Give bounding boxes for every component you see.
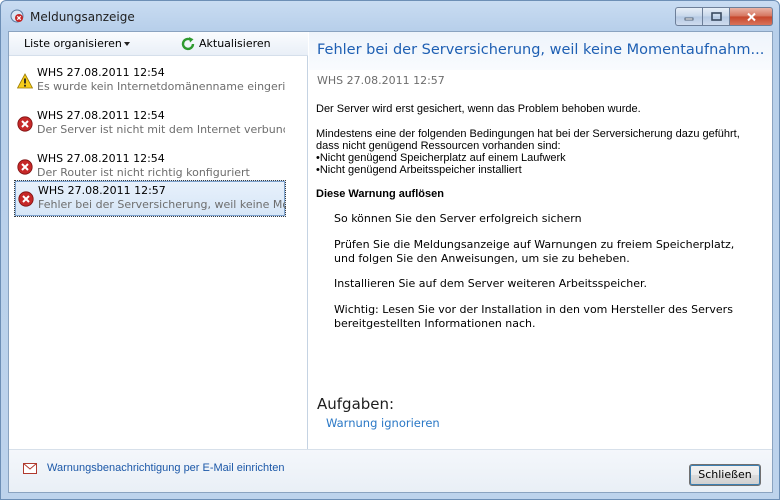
detail-paragraph: Der Server wird erst gesichert, wenn das… <box>316 103 641 115</box>
close-icon <box>746 12 756 21</box>
resolve-step: und folgen Sie den Anweisungen, um sie z… <box>334 252 630 265</box>
alert-item[interactable]: WHS 27.08.2011 12:54 Es wurde kein Inter… <box>14 63 286 100</box>
ignore-warning-link[interactable]: Warnung ignorieren <box>326 416 440 430</box>
minimize-button[interactable] <box>675 7 702 26</box>
resolve-step: bereitgestellten Informationen nach. <box>334 317 536 330</box>
detail-bullet: •Nicht genügend Speicherplatz auf einem … <box>316 152 566 164</box>
organize-list-menu[interactable]: Liste organisieren <box>24 37 122 50</box>
alert-item-title: WHS 27.08.2011 12:57 <box>38 184 166 197</box>
alert-viewer-window: Meldungsanzeige Liste organisieren Aktua… <box>0 0 780 500</box>
alert-item-desc: Fehler bei der Serversicherung, weil kei… <box>38 198 286 211</box>
detail-paragraph: dass nicht genügend Ressourcen vorhanden… <box>316 140 561 152</box>
resolve-heading: Diese Warnung auflösen <box>316 188 444 200</box>
resolve-step: Wichtig: Lesen Sie vor der Installation … <box>334 303 733 316</box>
client-area: Liste organisieren Aktualisieren WHS 27.… <box>8 31 773 493</box>
detail-date: WHS 27.08.2011 12:57 <box>317 74 445 87</box>
maximize-icon <box>710 12 722 21</box>
alert-item[interactable]: WHS 27.08.2011 12:54 Der Server ist nich… <box>14 106 286 143</box>
tasks-heading: Aufgaben: <box>317 395 395 413</box>
app-alert-icon <box>10 9 24 23</box>
chevron-down-icon[interactable] <box>124 42 130 46</box>
resolve-step: Installieren Sie auf dem Server weiteren… <box>334 277 648 290</box>
minimize-icon <box>684 17 694 20</box>
window-controls <box>675 7 773 26</box>
alert-item-desc: Der Router ist nicht richtig konfigurier… <box>37 166 250 179</box>
alert-detail-pane: Fehler bei der Serversicherung, weil kei… <box>309 32 772 449</box>
alert-item-title: WHS 27.08.2011 12:54 <box>37 66 165 79</box>
detail-header: Fehler bei der Serversicherung, weil kei… <box>309 32 772 70</box>
resolve-step: Prüfen Sie die Meldungsanzeige auf Warnu… <box>334 238 735 251</box>
refresh-button[interactable]: Aktualisieren <box>199 37 271 50</box>
email-icon <box>23 463 37 474</box>
detail-title: Fehler bei der Serversicherung, weil kei… <box>317 42 765 58</box>
alert-item-title: WHS 27.08.2011 12:54 <box>37 109 165 122</box>
detail-paragraph: Mindestens eine der folgenden Bedingunge… <box>316 128 740 140</box>
error-circle-icon <box>17 116 33 132</box>
refresh-icon[interactable] <box>180 36 196 52</box>
resolve-intro: So können Sie den Server erfolgreich sic… <box>334 212 582 225</box>
warning-triangle-icon <box>17 73 33 89</box>
alert-item-desc: Der Server ist nicht mit dem Internet ve… <box>37 123 285 136</box>
close-window-button[interactable] <box>729 7 773 26</box>
maximize-button[interactable] <box>702 7 729 26</box>
footer-bar: Warnungsbenachrichtigung per E-Mail einr… <box>9 449 772 492</box>
email-notification-link[interactable]: Warnungsbenachrichtigung per E-Mail einr… <box>47 462 284 474</box>
error-circle-icon <box>17 159 33 175</box>
alert-list-pane: Liste organisieren Aktualisieren WHS 27.… <box>9 32 308 449</box>
error-circle-icon <box>18 191 34 207</box>
title-bar[interactable]: Meldungsanzeige <box>1 1 779 31</box>
alert-item-desc: Es wurde kein Internetdomänenname einger… <box>37 80 285 93</box>
alert-item-selected[interactable]: WHS 27.08.2011 12:57 Fehler bei der Serv… <box>14 180 286 217</box>
window-title: Meldungsanzeige <box>30 10 135 24</box>
alert-item-title: WHS 27.08.2011 12:54 <box>37 152 165 165</box>
detail-bullet: •Nicht genügend Arbeitsspeicher installi… <box>316 164 522 176</box>
close-button[interactable]: Schließen <box>689 464 761 486</box>
list-toolbar: Liste organisieren Aktualisieren <box>9 32 308 56</box>
